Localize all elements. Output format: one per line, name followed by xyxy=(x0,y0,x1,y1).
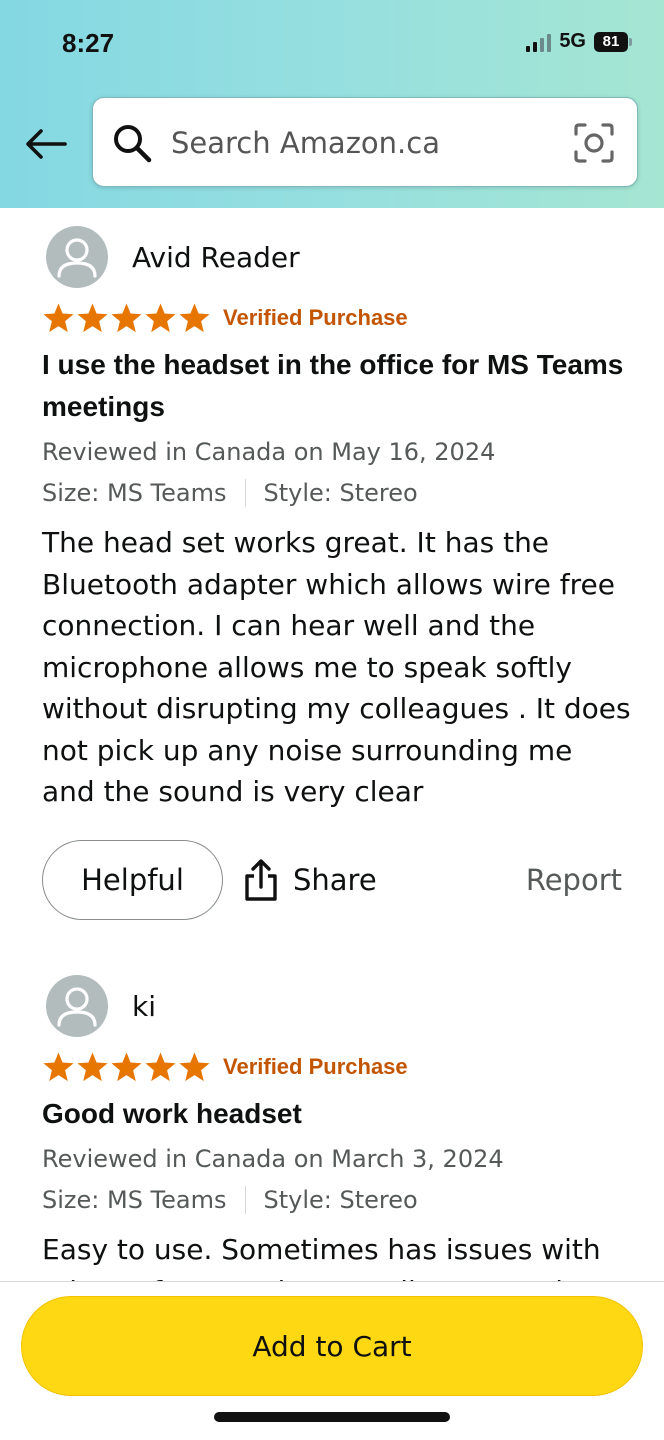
review-date: Reviewed in Canada on March 3, 2024 xyxy=(42,1145,504,1173)
star-rating[interactable] xyxy=(42,1051,211,1083)
profile-icon xyxy=(57,238,97,278)
divider xyxy=(244,479,246,507)
share-button[interactable]: Share xyxy=(243,858,377,902)
back-button[interactable] xyxy=(24,124,68,164)
verified-purchase-badge: Verified Purchase xyxy=(223,305,408,330)
reviewer-row: ki xyxy=(42,975,632,1037)
star-icon xyxy=(43,1052,74,1082)
variant-style: Style: Stereo xyxy=(263,479,418,507)
share-icon xyxy=(245,859,277,901)
star-icon xyxy=(111,303,142,333)
signal-icon xyxy=(526,32,552,52)
app-header: 8:27 5G 81 xyxy=(0,0,664,208)
variant-size: Size: MS Teams xyxy=(42,479,227,507)
variant-info: Size: MS Teams Style: Stereo xyxy=(42,1179,632,1221)
bottom-action-bar: Add to Cart xyxy=(0,1281,664,1440)
star-icon xyxy=(145,303,176,333)
camera-search-icon[interactable] xyxy=(573,122,615,164)
status-time: 8:27 xyxy=(62,28,115,58)
avatar xyxy=(46,975,108,1037)
add-to-cart-button[interactable]: Add to Cart xyxy=(21,1296,643,1396)
star-icon xyxy=(77,1052,108,1082)
search-bar[interactable] xyxy=(92,97,638,187)
star-icon xyxy=(145,1052,176,1082)
variant-style: Style: Stereo xyxy=(263,1186,418,1214)
report-link[interactable]: Report xyxy=(526,863,622,897)
review-body: The head set works great. It has the Blu… xyxy=(42,526,631,808)
review-title: Good work headset xyxy=(42,1098,302,1129)
review-title: I use the headset in the office for MS T… xyxy=(42,349,624,422)
review-date: Reviewed in Canada on May 16, 2024 xyxy=(42,438,496,466)
reviewer-name[interactable]: ki xyxy=(132,990,156,1023)
helpful-button[interactable]: Helpful xyxy=(42,840,223,920)
review-body: Easy to use. Sometimes has issues with m… xyxy=(42,1233,601,1289)
star-icon xyxy=(179,1052,210,1082)
star-rating[interactable] xyxy=(42,302,211,334)
home-indicator[interactable] xyxy=(214,1412,450,1422)
star-icon xyxy=(43,303,74,333)
share-label: Share xyxy=(293,863,377,897)
variant-info: Size: MS Teams Style: Stereo xyxy=(42,472,632,514)
star-icon xyxy=(77,303,108,333)
divider xyxy=(244,1186,246,1214)
battery-icon: 81 xyxy=(594,31,632,52)
star-icon xyxy=(179,303,210,333)
back-arrow-icon xyxy=(26,129,67,159)
star-icon xyxy=(111,1052,142,1082)
verified-purchase-badge: Verified Purchase xyxy=(223,1054,408,1079)
review-card: ki Verified Purchase Good work headset R… xyxy=(42,975,632,1289)
variant-size: Size: MS Teams xyxy=(42,1186,227,1214)
profile-icon xyxy=(57,987,97,1027)
network-label: 5G xyxy=(559,30,586,52)
status-indicators: 5G 81 xyxy=(526,30,632,53)
search-icon xyxy=(114,125,152,163)
reviewer-name[interactable]: Avid Reader xyxy=(132,241,300,274)
rating-row: Verified Purchase xyxy=(42,1047,632,1087)
reviewer-row: Avid Reader xyxy=(42,226,632,288)
review-actions: Helpful Share Report xyxy=(42,840,622,920)
avatar xyxy=(46,226,108,288)
review-card: Avid Reader Verified Purchase I use the … xyxy=(42,226,632,813)
rating-row: Verified Purchase xyxy=(42,298,632,338)
search-input[interactable] xyxy=(171,120,551,166)
